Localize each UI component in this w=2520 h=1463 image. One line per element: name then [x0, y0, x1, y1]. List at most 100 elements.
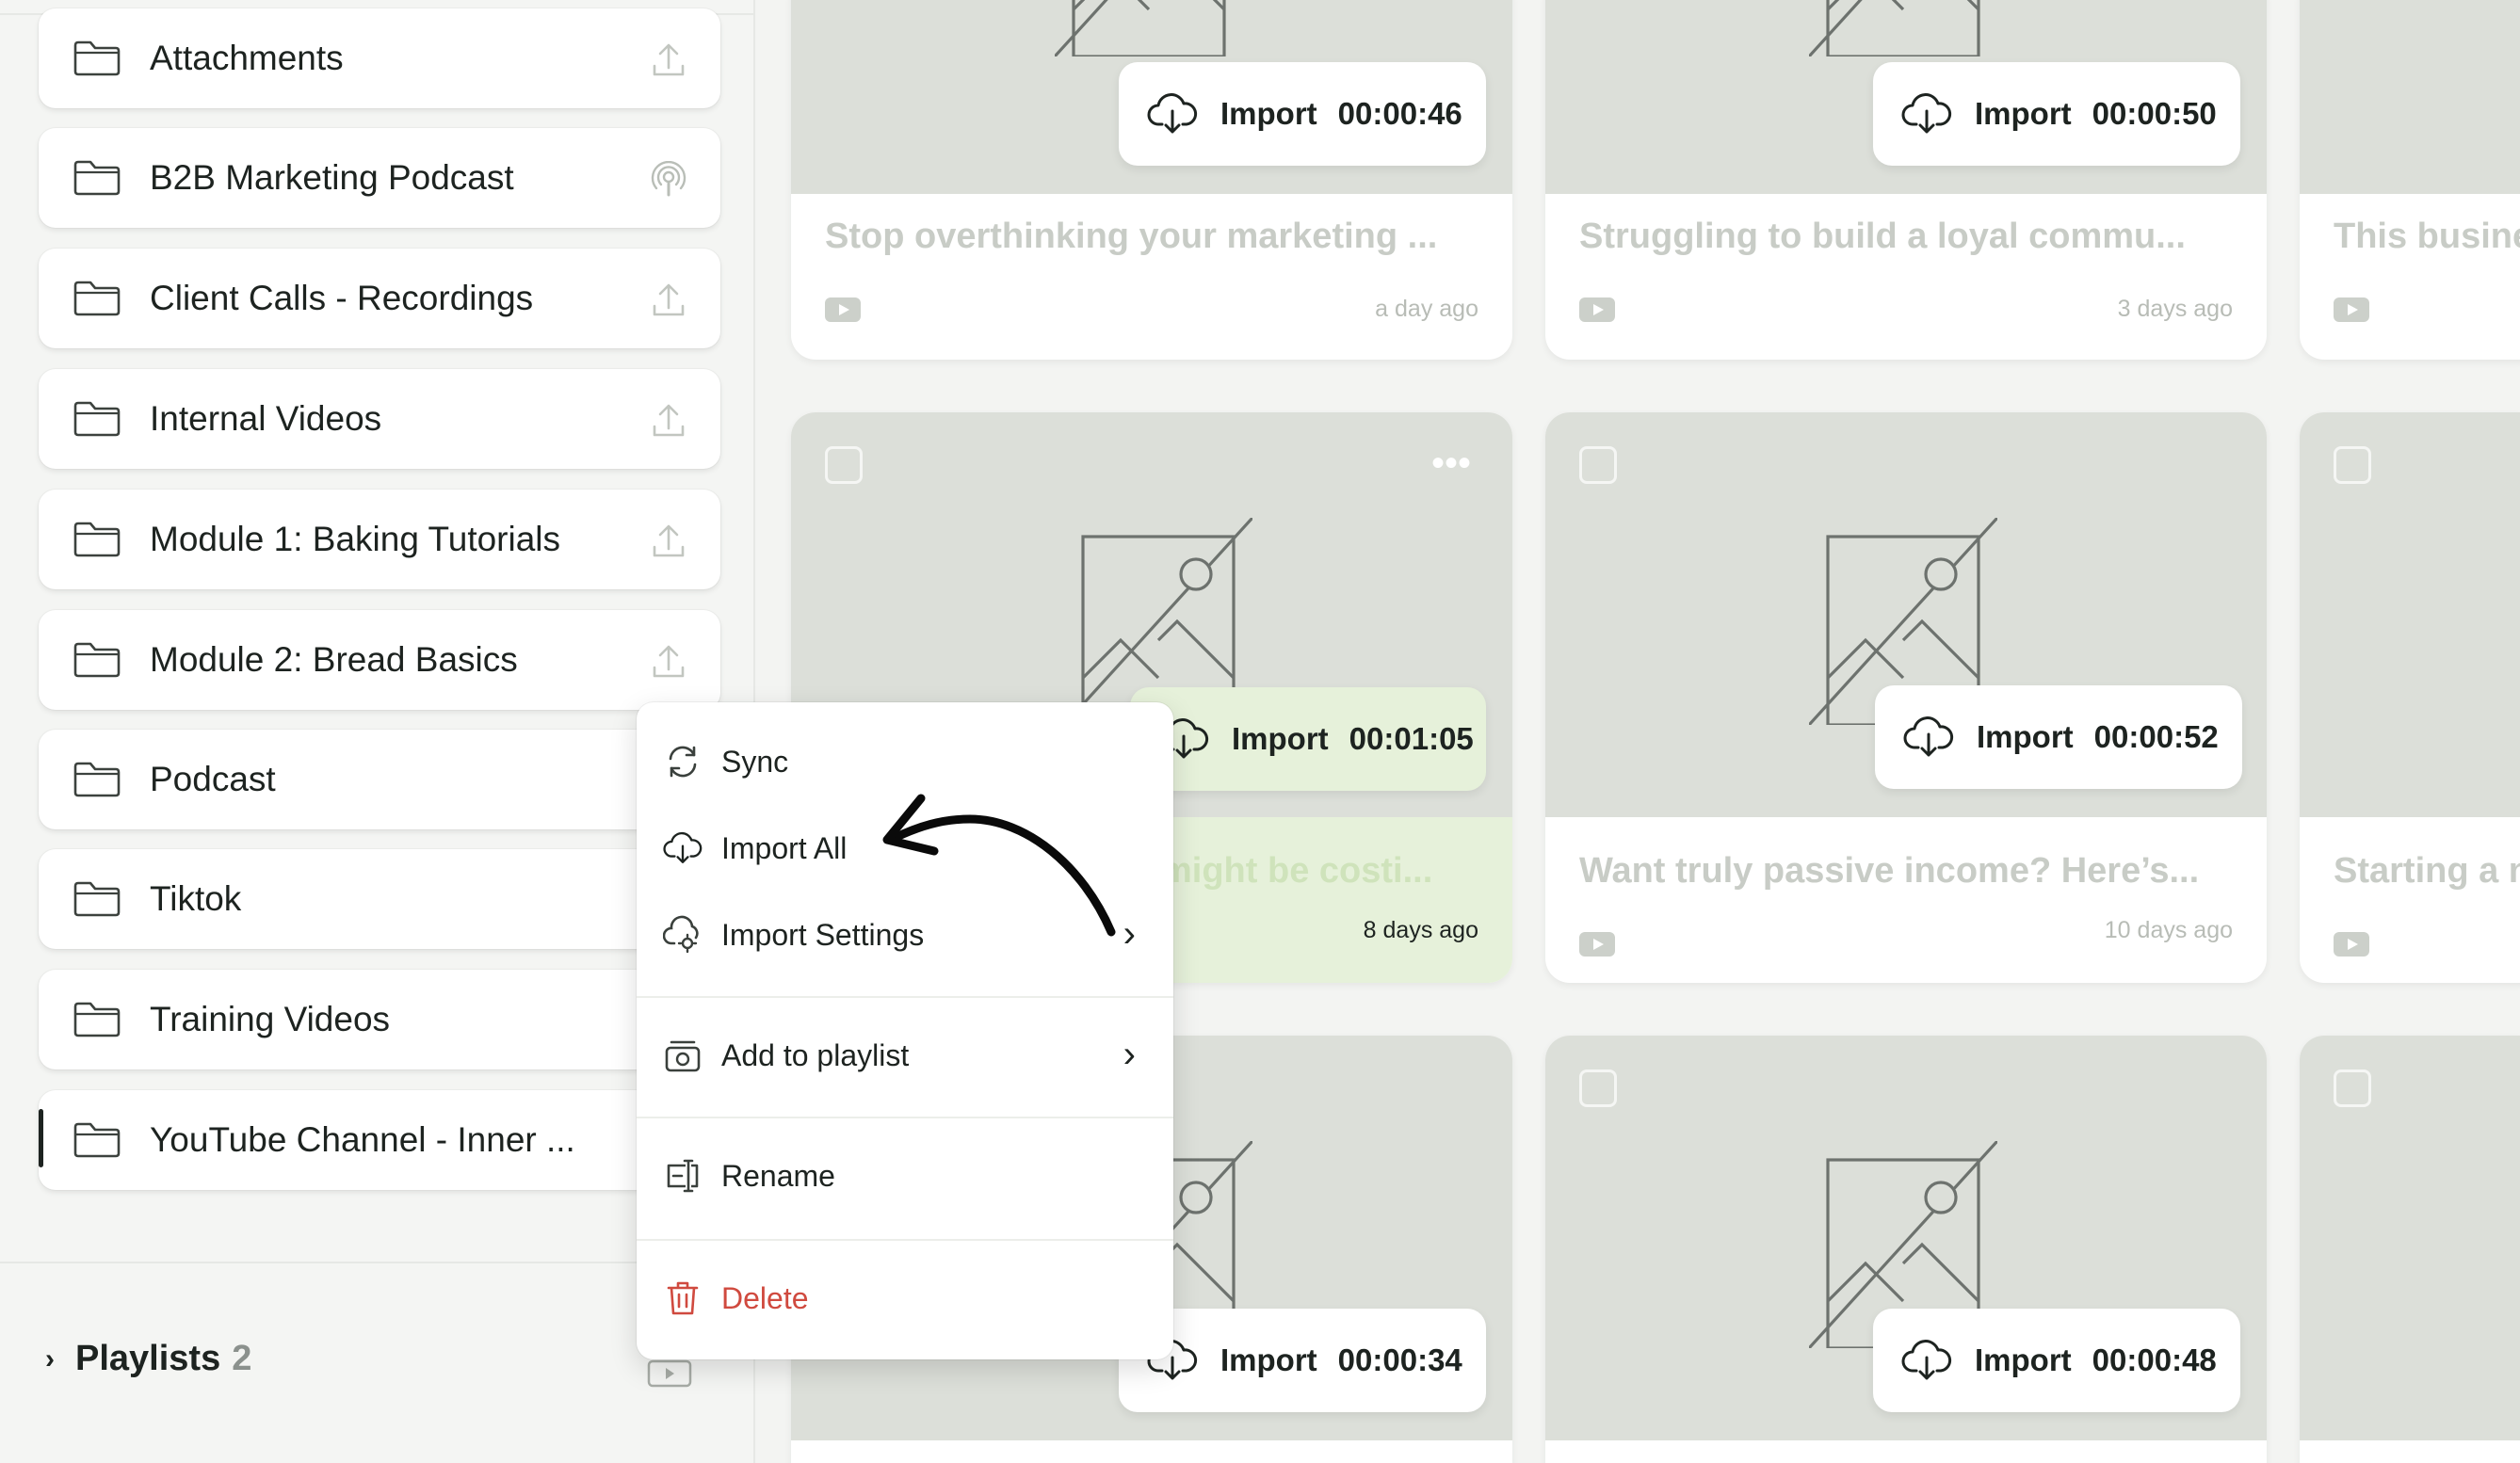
video-card[interactable]: Import 00:00:50 Struggling to build a lo…: [1545, 0, 2267, 360]
folder-icon: [73, 880, 121, 918]
upload-icon[interactable]: [651, 281, 687, 319]
video-age: a day ago: [1375, 296, 1478, 322]
folder-item-attachments[interactable]: Attachments: [39, 8, 720, 108]
sync-icon: [669, 746, 697, 778]
folder-item-internal-videos[interactable]: Internal Videos: [39, 369, 720, 469]
import-label: Import: [1975, 1342, 2072, 1377]
upload-icon[interactable]: [651, 643, 687, 681]
import-button[interactable]: Import 00:00:48: [1873, 1309, 2240, 1412]
video-card[interactable]: Import 00:00:46 Stop overthinking your m…: [791, 0, 1512, 360]
image-placeholder-icon: [1809, 0, 1997, 56]
folder-item-client-calls[interactable]: Client Calls - Recordings: [39, 249, 720, 348]
video-title: Want truly passive income? Here’s...: [1579, 851, 2200, 891]
folder-item-module-1[interactable]: Module 1: Baking Tutorials: [39, 490, 720, 589]
video-title: Struggling to build a loyal commu...: [1579, 217, 2186, 256]
menu-item-add-to-playlist[interactable]: Add to playlist: [663, 1036, 909, 1075]
annotation-arrow: [882, 794, 1116, 937]
folder-icon: [73, 761, 121, 798]
folder-label: Podcast: [150, 760, 276, 798]
chevron-right-icon: ›: [1123, 1034, 1136, 1075]
video-duration: 00:00:50: [2092, 96, 2217, 131]
folder-icon: [73, 400, 121, 438]
video-title: Starting a n: [2334, 851, 2520, 891]
import-button[interactable]: Import 00:00:46: [1119, 62, 1486, 166]
more-options-icon[interactable]: •••: [1431, 444, 1471, 482]
folder-icon: [73, 159, 121, 197]
select-checkbox[interactable]: [1579, 1069, 1617, 1107]
cloud-settings-icon: [663, 915, 699, 954]
video-age: 8 days ago: [1363, 917, 1478, 943]
video-duration: 00:00:48: [2092, 1342, 2217, 1377]
youtube-icon: [2334, 932, 2369, 957]
video-duration: 00:00:52: [2093, 719, 2219, 754]
select-checkbox[interactable]: [1579, 446, 1617, 484]
playlists-count: 2: [232, 1339, 252, 1378]
import-button[interactable]: Import 00:00:34: [1119, 1309, 1486, 1412]
video-title: Stop overthinking your marketing ...: [825, 217, 1438, 256]
upload-icon[interactable]: [651, 41, 687, 79]
folder-label: Training Videos: [150, 1000, 391, 1038]
video-card[interactable]: [2300, 1036, 2520, 1463]
upload-icon[interactable]: [651, 522, 687, 560]
folder-item-training-videos[interactable]: Training Videos: [39, 970, 720, 1069]
video-card[interactable]: Import 00:00:48: [1545, 1036, 2267, 1463]
upload-icon[interactable]: [651, 402, 687, 440]
chevron-right-icon: ›: [45, 1342, 55, 1375]
select-checkbox[interactable]: [2334, 446, 2371, 484]
folder-label: YouTube Channel - Inner ...: [150, 1120, 575, 1159]
import-label: Import: [1220, 96, 1317, 131]
folder-label: Client Calls - Recordings: [150, 279, 534, 317]
playlists-label: Playlists: [75, 1339, 221, 1378]
import-button[interactable]: Import 00:00:52: [1875, 685, 2242, 789]
folder-icon: [73, 280, 121, 317]
menu-label: Sync: [721, 744, 789, 779]
select-checkbox[interactable]: [825, 446, 863, 484]
video-duration: 00:01:05: [1349, 721, 1474, 756]
menu-item-delete[interactable]: Delete: [663, 1278, 809, 1318]
menu-item-sync[interactable]: Sync: [663, 742, 788, 781]
import-label: Import: [1220, 1342, 1317, 1377]
folder-item-b2b-marketing-podcast[interactable]: B2B Marketing Podcast: [39, 128, 720, 228]
video-card[interactable]: Import 00:00:52 Want truly passive incom…: [1545, 412, 2267, 983]
playlists-toggle[interactable]: › Playlists 2: [45, 1339, 251, 1379]
video-card[interactable]: This busine: [2300, 0, 2520, 360]
folder-icon: [73, 521, 121, 558]
folder-item-tiktok[interactable]: Tiktok: [39, 849, 720, 949]
menu-item-rename[interactable]: Rename: [663, 1156, 835, 1196]
select-checkbox[interactable]: [2334, 1069, 2371, 1107]
youtube-icon: [1579, 297, 1615, 322]
divider: [637, 1117, 1173, 1118]
cloud-download-icon: [1147, 92, 1198, 136]
divider: [637, 996, 1173, 998]
import-button[interactable]: Import 00:00:50: [1873, 62, 2240, 166]
import-label: Import: [1975, 96, 2072, 131]
cloud-download-icon: [1901, 1339, 1952, 1382]
import-button[interactable]: Import 00:01:05: [1130, 687, 1486, 791]
divider: [637, 1239, 1173, 1241]
folder-label: Tiktok: [150, 879, 242, 918]
video-duration: 00:00:34: [1337, 1342, 1462, 1377]
folder-label: Internal Videos: [150, 399, 382, 438]
youtube-icon: [1579, 932, 1615, 957]
menu-item-import-all[interactable]: Import All: [663, 828, 847, 868]
video-card[interactable]: Starting a n: [2300, 412, 2520, 983]
folder-icon: [73, 40, 121, 77]
image-placeholder-icon: [1055, 0, 1243, 56]
folder-item-youtube-channel[interactable]: YouTube Channel - Inner ...: [39, 1090, 720, 1190]
video-age: 10 days ago: [2104, 917, 2233, 943]
folder-item-module-2[interactable]: Module 2: Bread Basics: [39, 610, 720, 710]
folder-label: Module 1: Baking Tutorials: [150, 520, 561, 558]
folder-icon: [73, 641, 121, 679]
cloud-download-icon: [1903, 715, 1954, 759]
video-thumbnail: [2300, 0, 2520, 194]
rename-icon: [667, 1159, 699, 1193]
folder-label: B2B Marketing Podcast: [150, 158, 514, 197]
folder-icon: [73, 1121, 121, 1159]
import-label: Import: [1977, 719, 2074, 754]
playlist-icon: [665, 1040, 701, 1072]
cloud-download-icon: [1901, 92, 1952, 136]
folder-item-podcast[interactable]: Podcast: [39, 730, 720, 829]
active-indicator: [39, 1109, 43, 1167]
import-label: Import: [1232, 721, 1329, 756]
cloud-download-icon: [663, 828, 703, 868]
